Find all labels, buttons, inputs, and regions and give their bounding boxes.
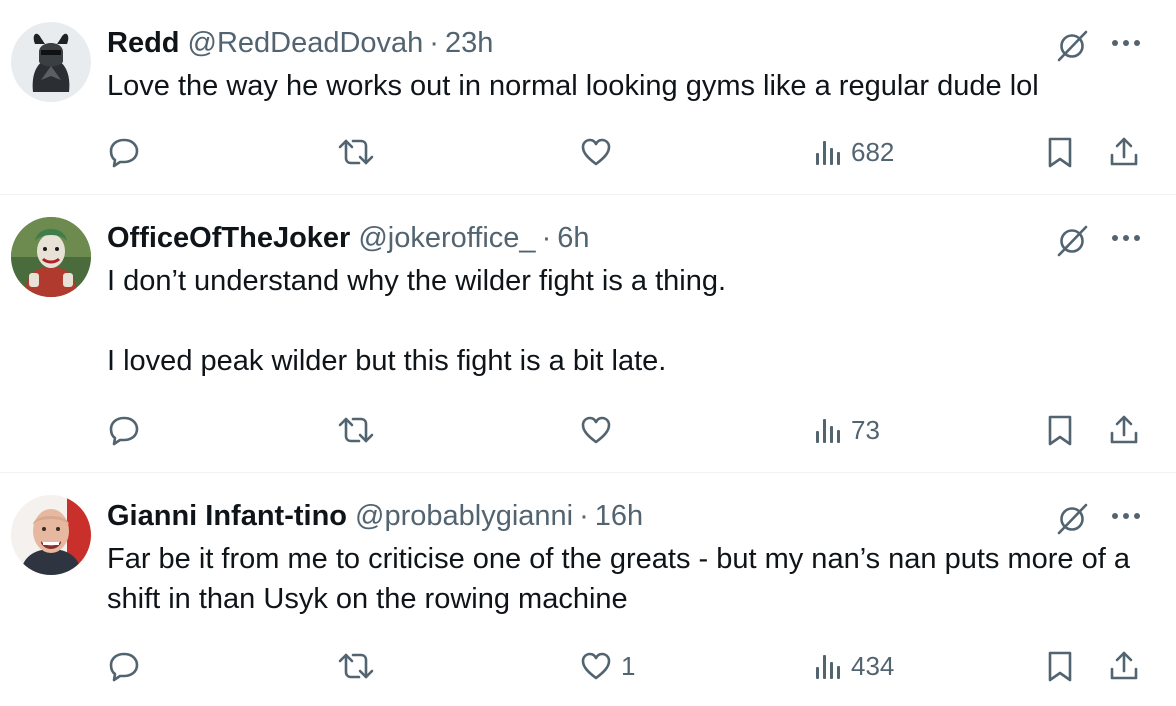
separator: ·	[429, 26, 439, 59]
action-bar: 1 434	[107, 646, 1147, 686]
retweet-icon	[338, 653, 374, 679]
tweet-header: Gianni Infant-tino @probablygianni · 16h	[107, 499, 643, 533]
bookmark-button[interactable]	[1045, 646, 1075, 686]
action-bar: 682	[107, 132, 1147, 172]
share-icon	[1110, 651, 1138, 680]
bookmark-button[interactable]	[1045, 410, 1075, 450]
tweet-header: Redd @RedDeadDovah · 23h	[107, 26, 493, 60]
like-icon	[581, 652, 611, 680]
display-name[interactable]: Gianni Infant-tino	[107, 500, 347, 533]
views-button[interactable]: 434	[813, 646, 894, 686]
avatar[interactable]	[11, 495, 91, 575]
separator: ·	[541, 221, 552, 254]
views-icon	[816, 419, 840, 443]
retweet-button[interactable]	[337, 410, 383, 450]
more-icon[interactable]	[1106, 223, 1146, 253]
tweet-header: OfficeOfTheJoker @jokeroffice_ · 6h	[107, 221, 590, 255]
display-name[interactable]: OfficeOfTheJoker	[107, 222, 350, 255]
tweet-text-content: Love the way he works out in normal look…	[107, 70, 1039, 102]
bookmark-button[interactable]	[1045, 132, 1075, 172]
reply-button[interactable]	[107, 132, 149, 172]
timestamp[interactable]: 23h	[445, 27, 493, 60]
action-bar: 73	[107, 410, 1147, 450]
tweet-text: Far be it from me to criticise one of th…	[107, 539, 1146, 619]
reply-feed: Redd @RedDeadDovah · 23h Love the way he…	[0, 0, 1176, 706]
separator: ·	[579, 499, 589, 532]
views-button[interactable]: 73	[813, 410, 880, 450]
handle[interactable]: @RedDeadDovah	[188, 27, 424, 60]
view-count: 73	[851, 414, 880, 445]
avatar[interactable]	[11, 217, 91, 297]
like-button[interactable]	[579, 410, 621, 450]
timestamp[interactable]: 6h	[557, 222, 589, 255]
tweet-text: Love the way he works out in normal look…	[107, 66, 1146, 106]
retweet-button[interactable]	[337, 646, 383, 686]
bookmark-icon	[1048, 651, 1072, 682]
like-button[interactable]	[579, 132, 621, 172]
timestamp[interactable]: 16h	[595, 500, 643, 533]
avatar[interactable]	[11, 22, 91, 102]
retweet-icon	[338, 417, 374, 443]
share-button[interactable]	[1107, 132, 1141, 172]
handle[interactable]: @probablygianni	[355, 500, 573, 533]
share-button[interactable]	[1107, 410, 1141, 450]
grok-icon[interactable]	[1052, 26, 1092, 66]
like-icon	[581, 138, 611, 166]
grok-icon[interactable]	[1052, 499, 1092, 539]
view-count: 434	[851, 650, 895, 681]
reply-button[interactable]	[107, 646, 149, 686]
share-button[interactable]	[1107, 646, 1141, 686]
views-icon	[816, 655, 840, 679]
tweet-text: I don’t understand why the wilder fight …	[107, 261, 1146, 381]
bookmark-icon	[1048, 415, 1072, 446]
retweet-icon	[338, 139, 374, 165]
more-icon[interactable]	[1106, 28, 1146, 58]
bookmark-icon	[1048, 137, 1072, 168]
views-icon	[816, 141, 840, 165]
share-icon	[1110, 137, 1138, 166]
like-button[interactable]: 1	[579, 646, 635, 686]
reply-icon	[109, 652, 139, 682]
like-count: 1	[621, 650, 636, 681]
reply-button[interactable]	[107, 410, 149, 450]
display-name[interactable]: Redd	[107, 27, 180, 60]
views-button[interactable]: 682	[813, 132, 894, 172]
more-icon[interactable]	[1106, 501, 1146, 531]
retweet-button[interactable]	[337, 132, 383, 172]
reply-icon	[109, 138, 139, 168]
tweet-text-content: Far be it from me to criticise one of th…	[107, 543, 1139, 615]
tweet[interactable]: OfficeOfTheJoker @jokeroffice_ · 6h I do…	[0, 195, 1176, 473]
share-icon	[1110, 415, 1138, 444]
view-count: 682	[851, 136, 895, 167]
handle[interactable]: @jokeroffice_	[358, 222, 535, 255]
tweet[interactable]: Gianni Infant-tino @probablygianni · 16h…	[0, 473, 1176, 706]
grok-icon[interactable]	[1052, 221, 1092, 261]
like-icon	[581, 416, 611, 444]
tweet-text-content: I don’t understand why the wilder fight …	[107, 265, 727, 377]
tweet[interactable]: Redd @RedDeadDovah · 23h Love the way he…	[0, 0, 1176, 195]
reply-icon	[109, 416, 139, 446]
